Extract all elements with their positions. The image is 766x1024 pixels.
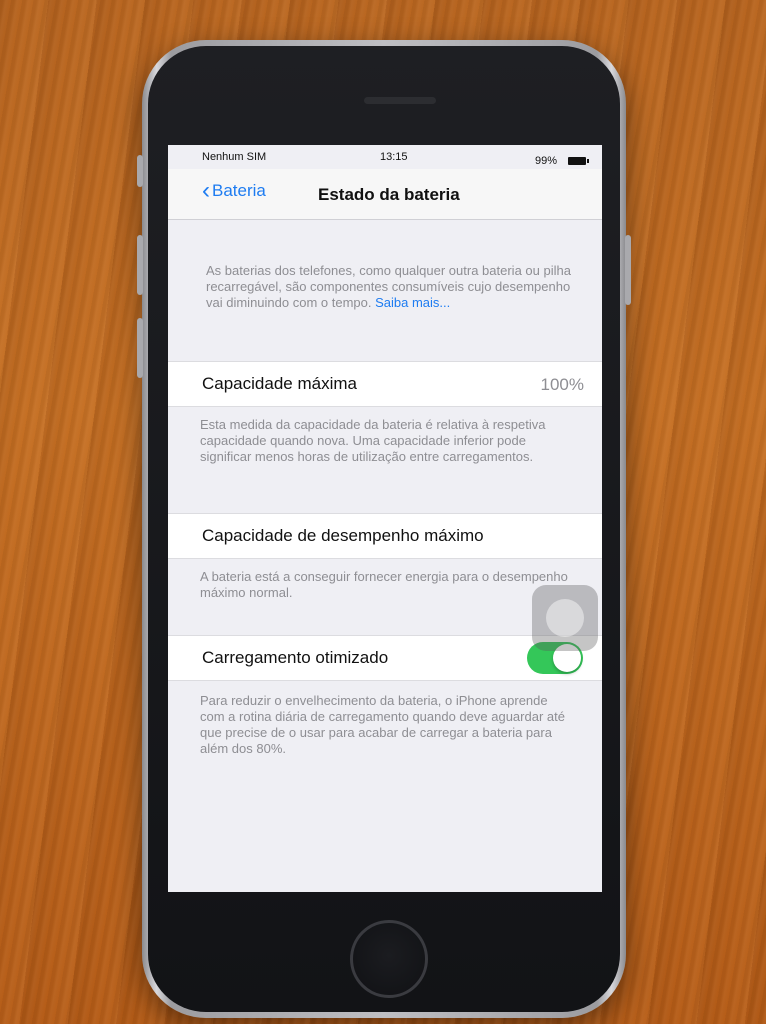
power-button bbox=[625, 235, 631, 305]
home-button[interactable] bbox=[350, 920, 428, 998]
navigation-bar: ‹ Bateria Estado da bateria bbox=[168, 169, 602, 220]
intro-text: As baterias dos telefones, como qualquer… bbox=[206, 263, 576, 311]
learn-more-link[interactable]: Saiba mais... bbox=[375, 295, 450, 310]
back-label: Bateria bbox=[212, 181, 266, 200]
battery-percent: 99% bbox=[535, 155, 558, 167]
volume-up-button bbox=[137, 235, 143, 295]
max-capacity-footer: Esta medida da capacidade da bateria é r… bbox=[200, 417, 546, 464]
assistive-touch-ring bbox=[546, 599, 584, 637]
status-bar: Nenhum SIM 13:15 99% bbox=[168, 145, 602, 169]
chevron-left-icon: ‹ bbox=[202, 177, 210, 204]
battery-icon bbox=[568, 157, 589, 165]
back-button[interactable]: ‹ Bateria bbox=[202, 177, 266, 204]
peak-performance-label: Capacidade de desempenho máximo bbox=[202, 526, 484, 545]
optimized-charging-label: Carregamento otimizado bbox=[202, 648, 389, 667]
max-capacity-value: 100% bbox=[540, 375, 584, 394]
mute-switch bbox=[137, 155, 143, 187]
volume-down-button bbox=[137, 318, 143, 378]
peak-performance-row: Capacidade de desempenho máximo bbox=[168, 513, 602, 559]
carrier-label: Nenhum SIM bbox=[202, 151, 267, 163]
assistive-touch-icon[interactable] bbox=[532, 585, 598, 651]
optimized-charging-footer: Para reduzir o envelhecimento da bateria… bbox=[200, 693, 565, 756]
max-capacity-label: Capacidade máxima bbox=[202, 374, 357, 393]
status-time: 13:15 bbox=[380, 151, 408, 163]
earpiece bbox=[364, 97, 436, 104]
page-title: Estado da bateria bbox=[318, 185, 460, 204]
status-carrier: Nenhum SIM bbox=[202, 151, 266, 163]
peak-performance-footer: A bateria está a conseguir fornecer ener… bbox=[200, 569, 568, 600]
screen: Nenhum SIM 13:15 99% ‹ Bateria Estado da… bbox=[168, 145, 602, 892]
max-capacity-row: Capacidade máxima 100% bbox=[168, 361, 602, 407]
